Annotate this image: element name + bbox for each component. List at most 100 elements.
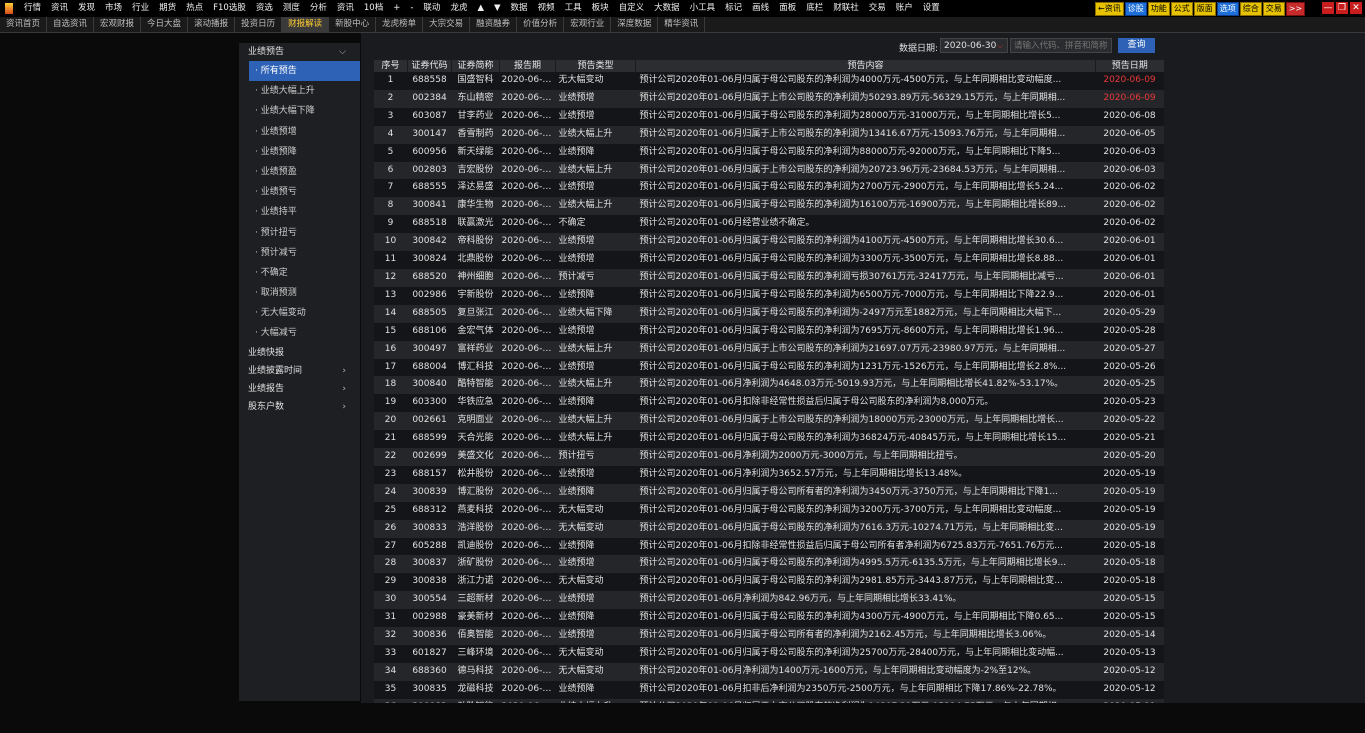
column-header[interactable]: 序号 <box>373 60 408 72</box>
tab[interactable]: 财报解读 <box>282 17 330 32</box>
tab[interactable]: 宏观行业 <box>564 17 612 32</box>
table-row[interactable]: 10 300842 帝科股份 2020-06-30 业绩预增 预计公司2020年01-06… <box>373 233 1164 252</box>
table-row[interactable]: 18 300840 酷特智能 2020-06-30 业绩大幅上升 预计公司2020年01-… <box>373 376 1164 395</box>
column-header[interactable]: 预告类型 <box>555 60 636 72</box>
table-row[interactable]: 11 300824 北鼎股份 2020-06-30 业绩预增 预计公司2020年01-06… <box>373 251 1164 269</box>
sidebar-item[interactable]: · 不确定 <box>239 263 360 283</box>
table-row[interactable]: 2 002384 东山精密 2020-06-30 业绩预增 预计公司2020年01-06月… <box>373 89 1164 108</box>
sidebar-item[interactable]: · 业绩大幅下降 <box>239 101 360 121</box>
menu-item[interactable]: 分析 <box>305 0 332 17</box>
table-row[interactable]: 31 002988 豪美新材 2020-06-30 业绩预降 预计公司2020年01-06… <box>373 609 1164 628</box>
table-row[interactable]: 13 002986 宇新股份 2020-06-30 业绩预降 预计公司2020年01-06… <box>373 286 1164 305</box>
tab[interactable]: 宏观财报 <box>94 17 142 32</box>
shortcut-button[interactable]: >> <box>1285 2 1306 16</box>
table-row[interactable]: 19 603300 华铁应急 2020-06-30 业绩预降 预计公司2020年01-06… <box>373 394 1164 413</box>
table-row[interactable]: 24 300839 博汇股份 2020-06-30 业绩预降 预计公司2020年01-06… <box>373 483 1164 502</box>
shortcut-button[interactable]: 公式 <box>1170 2 1193 16</box>
menu-item[interactable]: 设置 <box>918 0 945 17</box>
table-row[interactable]: 1 688558 国盛智科 2020-06-30 无大幅变动 预计公司2020年01-06… <box>373 72 1164 90</box>
table-row[interactable]: 34 688360 德马科技 2020-06-30 无大幅变动 预计公司2020年01-0… <box>373 662 1164 681</box>
sidebar-item[interactable]: · 业绩预降 <box>239 142 360 162</box>
minimize-icon[interactable]: — <box>1322 2 1334 14</box>
table-row[interactable]: 22 002699 美盛文化 2020-06-30 预计扭亏 预计公司2020年01-06… <box>373 448 1164 466</box>
menu-item[interactable]: 大数据 <box>649 0 685 17</box>
tab[interactable]: 新股中心 <box>329 17 377 32</box>
table-row[interactable]: 29 300838 浙江力诺 2020-06-30 无大幅变动 预计公司2020年01-0… <box>373 573 1164 592</box>
table-row[interactable]: 5 600956 新天绿能 2020-06-30 业绩预降 预计公司2020年01-06月… <box>373 143 1164 162</box>
sidebar-item[interactable]: · 取消预测 <box>239 283 360 303</box>
sidebar-item[interactable]: · 业绩预亏 <box>239 182 360 202</box>
menu-item[interactable]: 市场 <box>100 0 127 17</box>
menu-item[interactable]: 资讯 <box>332 0 359 17</box>
menu-item[interactable]: F10选股 <box>208 0 251 17</box>
menu-item[interactable]: 工具 <box>560 0 587 17</box>
sidebar-item[interactable]: · 预计减亏 <box>239 243 360 263</box>
menu-item[interactable]: 资选 <box>251 0 278 17</box>
column-header[interactable]: 证券代码 <box>407 60 452 72</box>
column-header[interactable]: 报告期 <box>499 60 556 72</box>
menu-item[interactable]: 发现 <box>73 0 100 17</box>
tab[interactable]: 投资日历 <box>235 17 283 32</box>
menu-item[interactable]: 测度 <box>278 0 305 17</box>
sidebar-item[interactable]: · 无大幅变动 <box>239 303 360 323</box>
menu-item[interactable]: 面板 <box>774 0 801 17</box>
sidebar-item[interactable]: · 大幅减亏 <box>239 323 360 343</box>
menu-item[interactable]: 龙虎 <box>445 0 472 17</box>
column-header[interactable]: 证券简称 <box>451 60 500 72</box>
menu-item[interactable]: 10档 <box>359 0 388 17</box>
shortcut-button[interactable]: 交易 <box>1262 2 1285 16</box>
menu-item[interactable]: 财联社 <box>828 0 864 17</box>
table-row[interactable]: 30 300554 三超新材 2020-06-30 业绩预增 预计公司2020年01-06… <box>373 591 1164 610</box>
sidebar-item[interactable]: · 业绩大幅上升 <box>239 81 360 101</box>
table-row[interactable]: 27 605288 凯迪股份 2020-06-30 业绩预降 预计公司2020年01-06… <box>373 537 1164 556</box>
table-row[interactable]: 26 300833 浩洋股份 2020-06-30 无大幅变动 预计公司2020年01-0… <box>373 519 1164 538</box>
menu-item[interactable]: 联动 <box>418 0 445 17</box>
sidebar-group-shareholders[interactable]: 股东户数 › <box>239 398 360 416</box>
table-row[interactable]: 25 688312 燕麦科技 2020-06-30 无大幅变动 预计公司2020年01-0… <box>373 501 1164 520</box>
menu-item[interactable]: 资讯 <box>46 0 73 17</box>
table-row[interactable]: 16 300497 富祥药业 2020-06-30 业绩大幅上升 预计公司2020年01-… <box>373 340 1164 359</box>
table-row[interactable]: 4 300147 香雪制药 2020-06-30 业绩大幅上升 预计公司2020年01-0… <box>373 125 1164 144</box>
menu-item[interactable]: 标记 <box>720 0 747 17</box>
tab[interactable]: 自选资讯 <box>47 17 95 32</box>
table-row[interactable]: 28 300837 浙矿股份 2020-06-30 业绩预增 预计公司2020年01-06… <box>373 555 1164 574</box>
restore-icon[interactable]: ❐ <box>1336 2 1348 14</box>
sidebar-item[interactable]: · 业绩预盈 <box>239 162 360 182</box>
chevron-down-icon[interactable]: ⌵ <box>997 41 1003 51</box>
tab[interactable]: 滚动播报 <box>188 17 236 32</box>
menu-item[interactable]: 行业 <box>127 0 154 17</box>
sidebar-item[interactable]: · 预计扭亏 <box>239 223 360 243</box>
menu-item[interactable]: 视频 <box>533 0 560 17</box>
table-row[interactable]: 3 603087 甘李药业 2020-06-30 业绩预增 预计公司2020年01-06月… <box>373 107 1164 126</box>
table-row[interactable]: 17 688004 博汇科技 2020-06-30 业绩预增 预计公司2020年01-06… <box>373 358 1164 377</box>
menu-item[interactable]: 底栏 <box>801 0 828 17</box>
table-row[interactable]: 23 688157 松井股份 2020-06-30 业绩预增 预计公司2020年01-06… <box>373 465 1164 484</box>
sidebar-group-forecast[interactable]: 业绩预告 ⌵ <box>239 43 360 61</box>
table-row[interactable]: 6 002803 吉宏股份 2020-06-30 业绩大幅上升 预计公司2020年01-0… <box>373 161 1164 180</box>
table-row[interactable]: 9 688518 联赢激光 2020-06-30 不确定 预计公司2020年01-06月经… <box>373 215 1164 234</box>
menu-item[interactable]: 行情 <box>19 0 46 17</box>
column-header[interactable]: 预告日期 <box>1095 60 1164 72</box>
shortcut-button[interactable]: 版面 <box>1193 2 1216 16</box>
table-row[interactable]: 21 688599 天合光能 2020-06-30 业绩大幅上升 预计公司2020年01-… <box>373 430 1164 449</box>
menu-item[interactable]: 交易 <box>864 0 891 17</box>
menu-item[interactable]: 小工具 <box>685 0 721 17</box>
sidebar-group-express[interactable]: 业绩快报 <box>239 344 360 362</box>
menu-item[interactable]: 数据 <box>506 0 533 17</box>
menu-item[interactable]: ▲ <box>472 0 489 17</box>
table-row[interactable]: 36300083劲胜智能2020-06-30业绩大幅上升预计公司2020年01-… <box>373 698 1164 703</box>
sidebar-item[interactable]: · 业绩预增 <box>239 122 360 142</box>
shortcut-button[interactable]: 诊股 <box>1124 2 1147 16</box>
tab[interactable]: 融资融券 <box>470 17 518 32</box>
table-row[interactable]: 12 688520 神州细胞 2020-06-30 预计减亏 预计公司2020年01-06… <box>373 268 1164 287</box>
table-row[interactable]: 33 601827 三峰环境 2020-06-30 无大幅变动 预计公司2020年01-0… <box>373 645 1164 663</box>
tab[interactable]: 今日大盘 <box>141 17 189 32</box>
tab[interactable]: 深度数据 <box>611 17 659 32</box>
menu-item[interactable]: 板块 <box>587 0 614 17</box>
sidebar-item[interactable]: · 所有预告 <box>249 61 360 82</box>
shortcut-button[interactable]: ←资讯 <box>1095 2 1124 16</box>
menu-item[interactable]: + <box>388 0 405 17</box>
sidebar-group-report[interactable]: 业绩报告 › <box>239 380 360 398</box>
tab[interactable]: 精华资讯 <box>658 17 706 32</box>
close-icon[interactable]: ✕ <box>1350 2 1362 14</box>
